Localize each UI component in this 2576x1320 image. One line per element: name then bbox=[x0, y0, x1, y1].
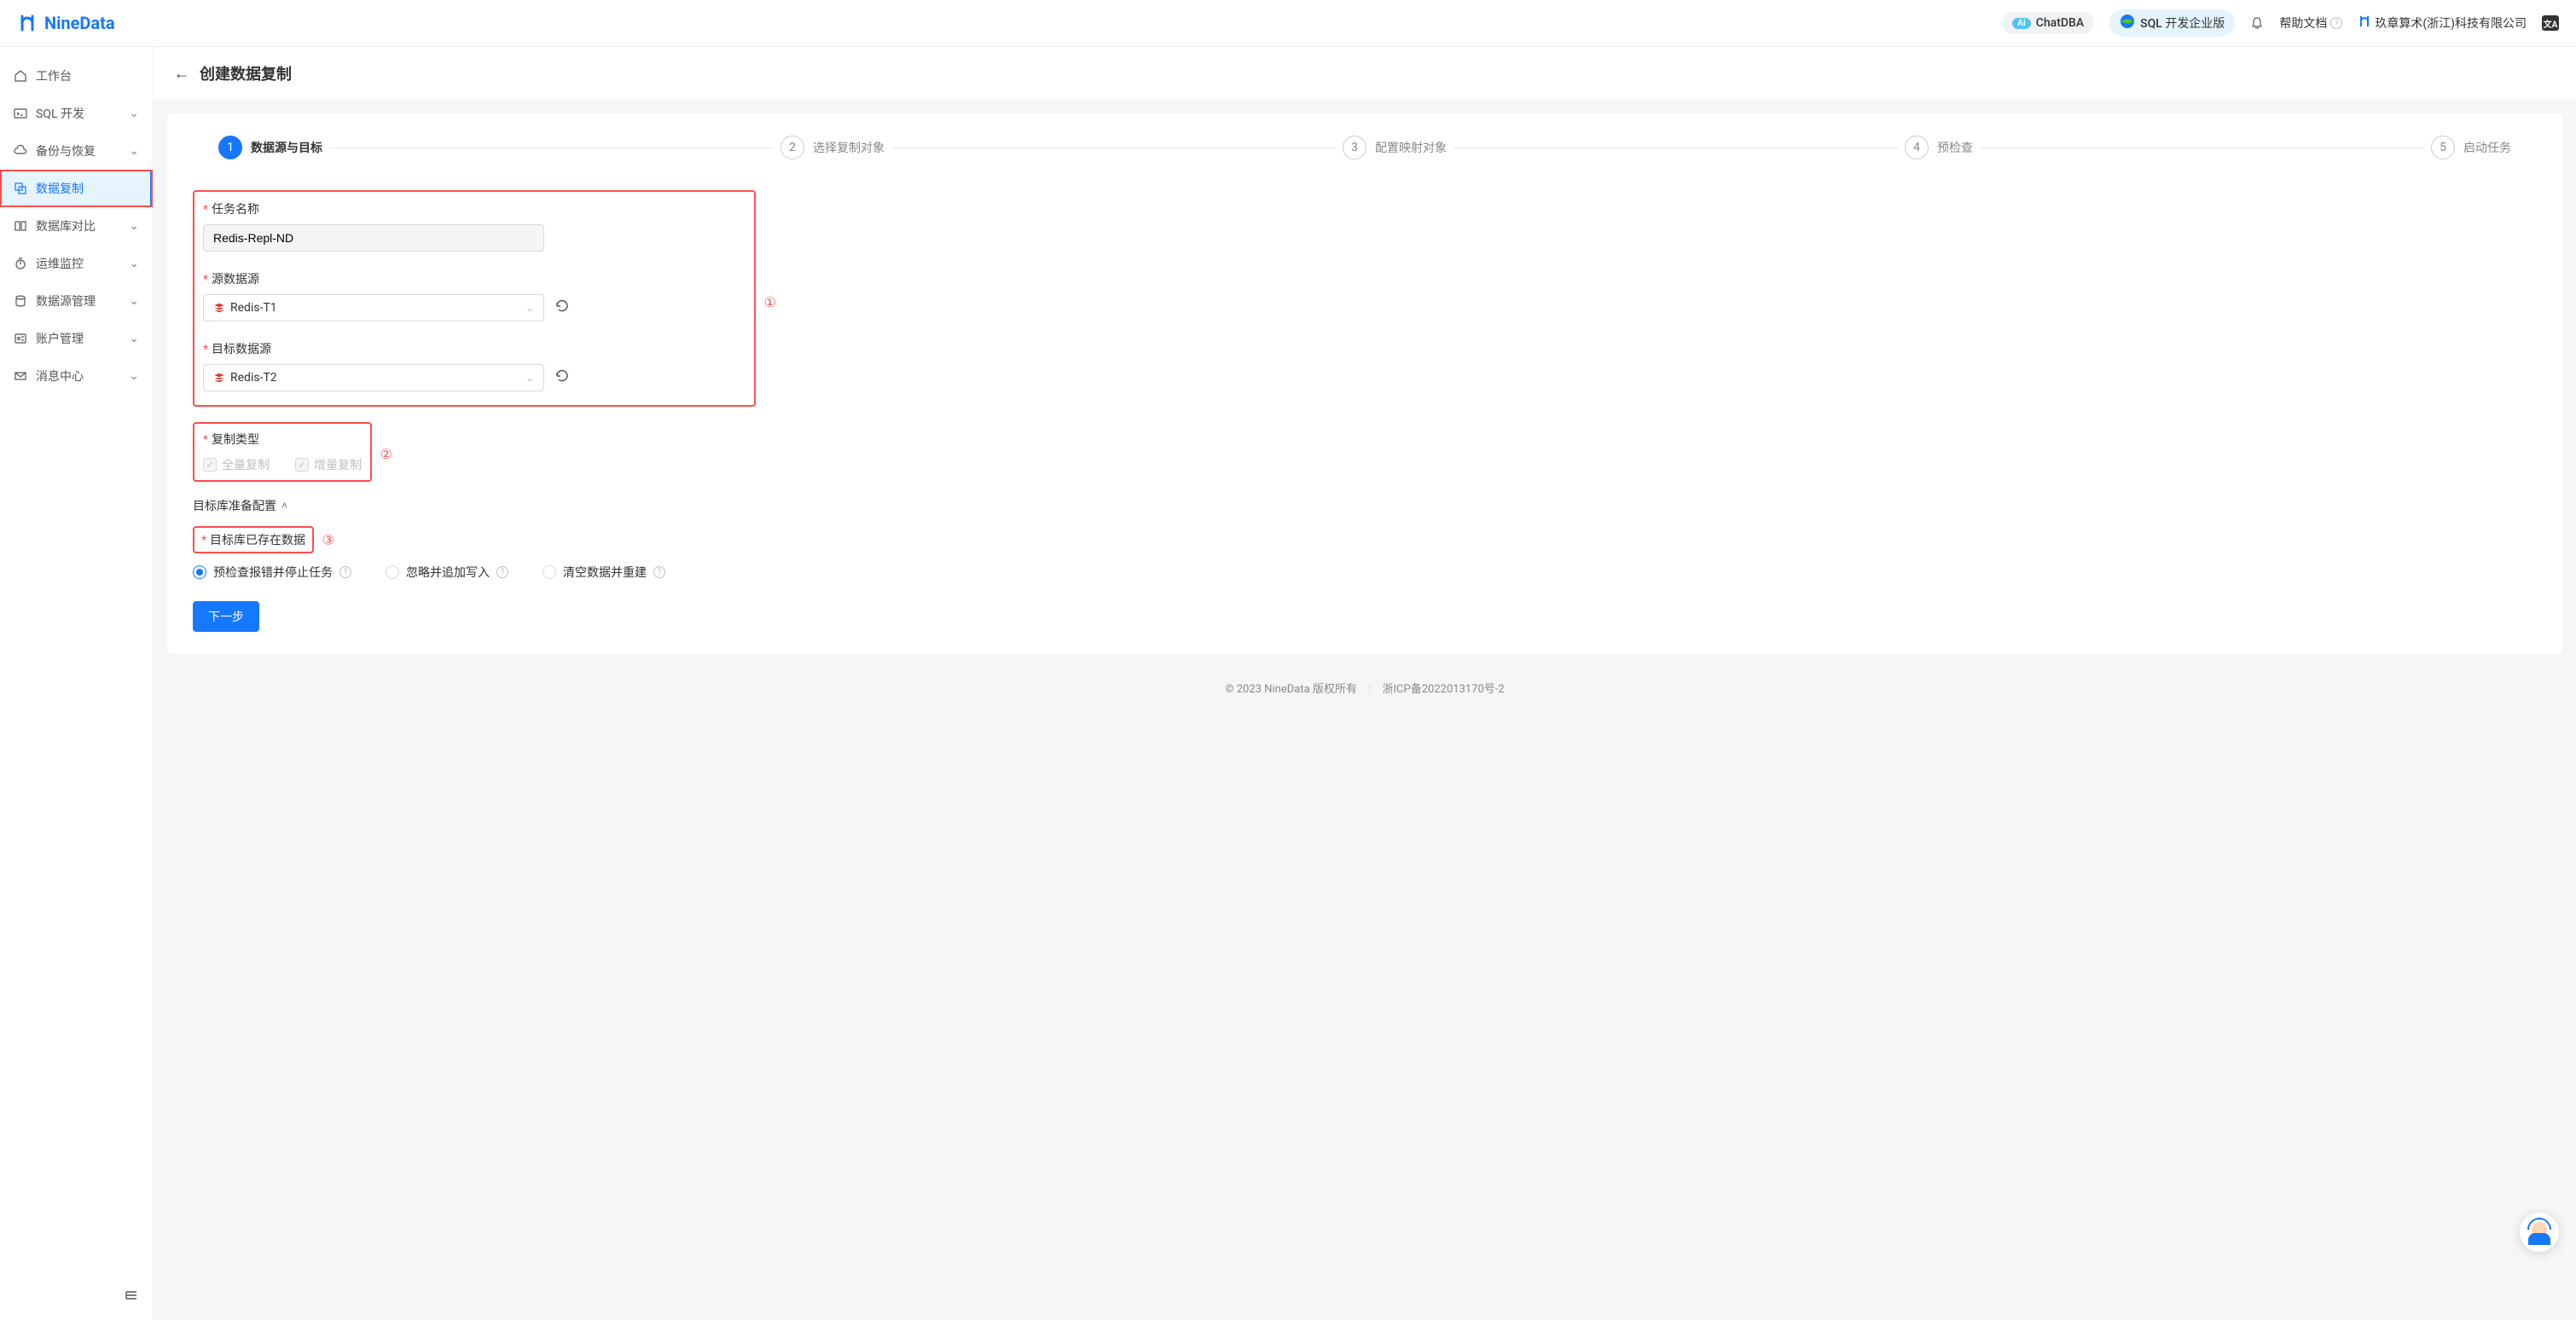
full-replication-checkbox[interactable]: ✓ 全量复制 bbox=[203, 456, 270, 473]
help-icon[interactable]: ? bbox=[339, 566, 351, 578]
task-name-label: *任务名称 bbox=[203, 200, 746, 217]
checkbox-icon: ✓ bbox=[203, 458, 217, 472]
wizard-card: 1 数据源与目标 2 选择复制对象 3 配置映射对象 4 预检查 bbox=[167, 113, 2562, 654]
chevron-down-icon: ⌄ bbox=[129, 257, 139, 270]
annotation-marker-3: ③ bbox=[322, 532, 334, 548]
language-icon[interactable]: 文A bbox=[2542, 15, 2559, 31]
redis-icon bbox=[213, 372, 225, 384]
refresh-target-button[interactable] bbox=[553, 367, 571, 389]
chevron-down-icon: ⌄ bbox=[129, 107, 139, 120]
database-icon bbox=[14, 294, 27, 308]
account-icon bbox=[14, 332, 27, 345]
support-avatar-button[interactable] bbox=[2520, 1213, 2559, 1252]
annotation-box-3: ③ *目标库已存在数据 bbox=[193, 526, 314, 553]
chatdba-button[interactable]: AI ChatDBA bbox=[2002, 12, 2094, 34]
ai-badge-icon: AI bbox=[2012, 18, 2031, 29]
help-icon[interactable]: ? bbox=[496, 566, 508, 578]
help-doc-link[interactable]: 帮助文档 ? bbox=[2279, 14, 2342, 32]
source-ds-label: *源数据源 bbox=[203, 270, 746, 287]
source-ds-select[interactable]: Redis-T1 ⌄ bbox=[203, 294, 544, 321]
sidebar-item-ops-monitor[interactable]: 运维监控 ⌄ bbox=[0, 245, 153, 282]
mail-icon bbox=[14, 369, 27, 383]
sidebar-item-sql-dev[interactable]: SQL 开发 ⌄ bbox=[0, 95, 153, 132]
target-prepare-collapse[interactable]: 目标库准备配置 ˄ bbox=[193, 497, 756, 514]
sidebar-collapse-icon[interactable] bbox=[124, 1288, 139, 1306]
sidebar-item-message-center[interactable]: 消息中心 ⌄ bbox=[0, 357, 153, 395]
globe-icon bbox=[2120, 14, 2135, 32]
checkbox-icon: ✓ bbox=[295, 458, 309, 472]
step-1[interactable]: 1 数据源与目标 bbox=[218, 136, 322, 159]
cloud-icon bbox=[14, 144, 27, 158]
chevron-up-icon: ˄ bbox=[281, 500, 287, 512]
back-button[interactable]: ← bbox=[174, 65, 189, 83]
copy-icon bbox=[14, 182, 27, 195]
steps-bar: 1 数据源与目标 2 选择复制对象 3 配置映射对象 4 预检查 bbox=[167, 113, 2562, 182]
step-5[interactable]: 5 启动任务 bbox=[2431, 136, 2511, 159]
footer: © 2023 NineData 版权所有 | 浙ICP备2022013170号-… bbox=[154, 668, 2576, 704]
radio-precheck-stop[interactable]: 预检查报错并停止任务 ? bbox=[193, 564, 351, 581]
home-icon bbox=[14, 69, 27, 83]
sidebar-item-datasource-mgmt[interactable]: 数据源管理 ⌄ bbox=[0, 282, 153, 320]
chevron-down-icon: ⌄ bbox=[525, 372, 534, 384]
step-4[interactable]: 4 预检查 bbox=[1905, 136, 1973, 159]
sidebar-item-data-replication[interactable]: 数据复制 bbox=[0, 170, 153, 207]
sidebar-item-backup[interactable]: 备份与恢复 ⌄ bbox=[0, 132, 153, 170]
radio-clear-rebuild[interactable]: 清空数据并重建 ? bbox=[542, 564, 665, 581]
brand-logo[interactable]: NineData bbox=[17, 13, 115, 33]
sidebar-item-db-compare[interactable]: 数据库对比 ⌄ bbox=[0, 207, 153, 245]
step-3[interactable]: 3 配置映射对象 bbox=[1343, 136, 1447, 159]
repl-type-label: *复制类型 bbox=[203, 431, 362, 448]
sql-edition-button[interactable]: SQL 开发企业版 bbox=[2109, 9, 2235, 37]
chevron-down-icon: ⌄ bbox=[129, 332, 139, 345]
radio-icon bbox=[542, 565, 556, 579]
terminal-icon bbox=[14, 107, 27, 120]
incremental-replication-checkbox[interactable]: ✓ 增量复制 bbox=[295, 456, 362, 473]
chevron-down-icon: ⌄ bbox=[129, 144, 139, 158]
ninedata-logo-icon bbox=[17, 13, 38, 33]
radio-icon bbox=[386, 565, 399, 579]
chevron-down-icon: ⌄ bbox=[129, 294, 139, 308]
main-content: ← 创建数据复制 1 数据源与目标 2 选择复制对象 3 配置映射对象 bbox=[154, 47, 2576, 1320]
page-title: 创建数据复制 bbox=[200, 62, 292, 84]
notification-icon[interactable] bbox=[2250, 16, 2264, 30]
annotation-box-2: ② *复制类型 ✓ 全量复制 ✓ 增量复制 bbox=[193, 422, 372, 482]
app-header: NineData AI ChatDBA SQL 开发企业版 帮助文档 ? 玖章算… bbox=[0, 0, 2576, 47]
annotation-marker-1: ① bbox=[764, 294, 776, 310]
compare-icon bbox=[14, 219, 27, 233]
monitor-icon bbox=[14, 257, 27, 270]
sidebar-item-workbench[interactable]: 工作台 bbox=[0, 57, 153, 95]
brand-name: NineData bbox=[44, 13, 115, 33]
target-ds-select[interactable]: Redis-T2 ⌄ bbox=[203, 364, 544, 391]
refresh-source-button[interactable] bbox=[553, 297, 571, 319]
sidebar-item-account-mgmt[interactable]: 账户管理 ⌄ bbox=[0, 320, 153, 357]
chevron-down-icon: ⌄ bbox=[525, 302, 534, 314]
avatar-body-icon bbox=[2528, 1233, 2550, 1245]
question-icon: ? bbox=[2330, 17, 2342, 29]
ninedata-mini-icon bbox=[2358, 14, 2371, 32]
annotation-marker-2: ② bbox=[380, 446, 392, 462]
radio-ignore-append[interactable]: 忽略并追加写入 ? bbox=[386, 564, 508, 581]
icp-link[interactable]: 浙ICP备2022013170号-2 bbox=[1383, 683, 1505, 696]
page-header: ← 创建数据复制 bbox=[154, 47, 2576, 100]
redis-icon bbox=[213, 302, 225, 314]
step-2[interactable]: 2 选择复制对象 bbox=[780, 136, 885, 159]
org-switcher[interactable]: 玖章算术(浙江)科技有限公司 bbox=[2358, 14, 2527, 32]
next-button[interactable]: 下一步 bbox=[193, 601, 259, 632]
radio-icon bbox=[193, 565, 206, 579]
help-icon[interactable]: ? bbox=[653, 566, 665, 578]
target-exists-label: 目标库已存在数据 bbox=[210, 534, 305, 547]
target-ds-label: *目标数据源 bbox=[203, 340, 746, 357]
sidebar: 工作台 SQL 开发 ⌄ 备份与恢复 ⌄ 数据复制 数据库对比 ⌄ bbox=[0, 47, 154, 1320]
header-right: AI ChatDBA SQL 开发企业版 帮助文档 ? 玖章算术(浙江)科技有限… bbox=[2002, 9, 2559, 37]
chevron-down-icon: ⌄ bbox=[129, 369, 139, 383]
annotation-box-1: ① *任务名称 *源数据源 Redis-T1 bbox=[193, 190, 756, 407]
chevron-down-icon: ⌄ bbox=[129, 219, 139, 233]
task-name-input[interactable] bbox=[203, 224, 544, 252]
